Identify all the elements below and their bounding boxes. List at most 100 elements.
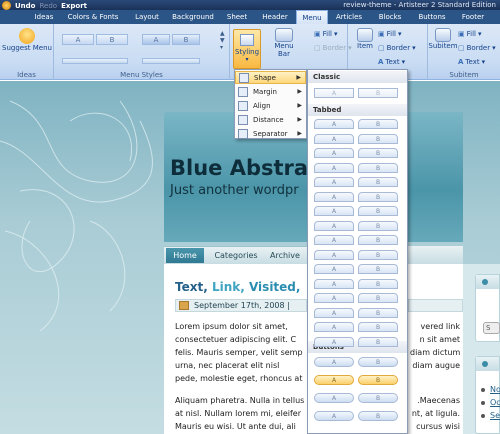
shape-option-button-a[interactable]: A xyxy=(314,357,354,367)
shape-option-button-a[interactable]: A xyxy=(314,411,354,421)
shape-option-tabbed-a[interactable]: A xyxy=(314,191,354,202)
redo-button[interactable]: Redo xyxy=(40,2,58,10)
menu-style-1b[interactable]: B xyxy=(96,34,128,45)
tab-articles[interactable]: Articles xyxy=(328,10,370,24)
shape-option-tabbed-b[interactable]: B xyxy=(358,162,398,173)
shape-option-tabbed-b[interactable]: B xyxy=(358,336,398,347)
undo-button[interactable]: Undo xyxy=(15,2,36,10)
item-button[interactable]: Item xyxy=(352,28,378,50)
tab-buttons[interactable]: Buttons xyxy=(410,10,454,24)
shape-option-tabbed-b[interactable]: B xyxy=(358,322,398,332)
nav-categories[interactable]: Categories xyxy=(208,248,264,263)
shape-option-tabbed-b[interactable]: B xyxy=(358,220,398,231)
subitem-border-button[interactable]: ▢ Border ▾ xyxy=(458,44,496,52)
search-button[interactable]: S xyxy=(483,322,500,334)
text-icon: A xyxy=(378,58,384,66)
styling-button[interactable]: Styling ▾ xyxy=(233,29,261,69)
menu-item-distance[interactable]: Distance ▶ xyxy=(235,113,306,126)
shape-option-button-b[interactable]: B xyxy=(358,411,398,421)
shape-option-tabbed-a[interactable]: A xyxy=(314,148,354,158)
shape-option-tabbed-a[interactable]: A xyxy=(314,307,354,318)
shape-option-tabbed-a[interactable]: A xyxy=(314,278,354,289)
post-title-text: Text, xyxy=(175,280,212,294)
shape-option-tabbed-b[interactable]: B xyxy=(358,307,398,318)
menu-style-4[interactable] xyxy=(142,58,200,64)
item-text-button[interactable]: A Text ▾ xyxy=(378,58,405,66)
shape-option-tabbed-b[interactable]: B xyxy=(358,177,398,187)
menu-bar-fill-button[interactable]: ▣ Fill ▾ xyxy=(314,30,338,38)
title-bar: Undo Redo Export review-theme - Artistee… xyxy=(0,0,500,10)
shape-option-classic-b[interactable]: B xyxy=(358,88,398,98)
export-button[interactable]: Export xyxy=(61,2,87,10)
shape-option-button-a[interactable]: A xyxy=(314,393,354,403)
shape-option-tabbed-b[interactable]: B xyxy=(358,293,398,303)
subitem-text-button[interactable]: A Text ▾ xyxy=(458,58,485,66)
shape-option-tabbed-a[interactable]: A xyxy=(314,177,354,187)
menu-style-1a[interactable]: A xyxy=(62,34,94,45)
shape-option-tabbed-a[interactable]: A xyxy=(314,133,354,144)
shape-option-button-b[interactable]: B xyxy=(358,393,398,403)
menu-styles-group-label: Menu Styles xyxy=(120,71,163,79)
shape-option-tabbed-a[interactable]: A xyxy=(314,162,354,173)
shape-option-tabbed-b[interactable]: B xyxy=(358,148,398,158)
shape-option-tabbed-a[interactable]: A xyxy=(314,322,354,332)
nav-archive[interactable]: Archive xyxy=(270,248,306,263)
menu-style-3[interactable] xyxy=(62,58,128,64)
tab-layout[interactable]: Layout xyxy=(128,10,166,24)
subitem-border-label: Border xyxy=(466,44,491,52)
shape-option-tabbed-b[interactable]: B xyxy=(358,119,398,129)
sidebar-link[interactable]: No xyxy=(490,383,500,396)
subitem-fill-button[interactable]: ▣ Fill ▾ xyxy=(458,30,482,38)
shape-option-tabbed-b[interactable]: B xyxy=(358,206,398,216)
post-title-visited[interactable]: Visited, xyxy=(249,280,300,294)
shape-option-tabbed-a[interactable]: A xyxy=(314,293,354,303)
shape-option-tabbed-b[interactable]: B xyxy=(358,133,398,144)
shape-option-tabbed-a[interactable]: A xyxy=(314,206,354,216)
shape-option-classic-a[interactable]: A xyxy=(314,88,354,98)
preview-navbar-right xyxy=(408,246,463,264)
tab-footer[interactable]: Footer xyxy=(454,10,492,24)
tab-sheet[interactable]: Sheet xyxy=(220,10,254,24)
menu-item-label: Margin xyxy=(253,87,277,96)
app-menu-icon[interactable] xyxy=(2,1,11,10)
shape-option-tabbed-b[interactable]: B xyxy=(358,264,398,274)
shape-option-tabbed-b[interactable]: B xyxy=(358,191,398,202)
tab-menu[interactable]: Menu xyxy=(296,10,328,24)
subitem-button[interactable]: Subitem xyxy=(428,28,458,50)
gallery-scroll-icon[interactable]: ▲ ▼ ▾ xyxy=(220,30,225,51)
shape-option-tabbed-a[interactable]: A xyxy=(314,235,354,245)
menu-item-shape[interactable]: Shape ▶ xyxy=(235,71,306,84)
shape-option-tabbed-a[interactable]: A xyxy=(314,220,354,231)
paragraph-line: consectetuer adipiscing elit. C xyxy=(175,335,297,344)
shape-option-button-b[interactable]: B xyxy=(358,375,398,385)
shape-option-tabbed-a[interactable]: A xyxy=(314,336,354,347)
tab-ideas[interactable]: Ideas xyxy=(30,10,58,24)
shape-option-button-a[interactable]: A xyxy=(314,375,354,385)
menu-item-margin[interactable]: Margin ▶ xyxy=(235,85,306,98)
menu-item-align[interactable]: Align ▶ xyxy=(235,99,306,112)
tab-blocks[interactable]: Blocks xyxy=(370,10,410,24)
shape-option-button-b[interactable]: B xyxy=(358,357,398,367)
suggest-menu-button[interactable]: Suggest Menu xyxy=(2,28,52,52)
sidebar-link[interactable]: Oc xyxy=(490,396,500,409)
shape-option-tabbed-b[interactable]: B xyxy=(358,235,398,245)
nav-home[interactable]: Home xyxy=(166,248,204,263)
menu-item-separator[interactable]: Separator ▶ xyxy=(235,127,306,140)
shape-option-tabbed-a[interactable]: A xyxy=(314,264,354,274)
item-border-button[interactable]: ▢ Border ▾ xyxy=(378,44,416,52)
shape-option-tabbed-a[interactable]: A xyxy=(314,119,354,129)
menu-style-2b[interactable]: B xyxy=(172,34,200,45)
shape-option-tabbed-b[interactable]: B xyxy=(358,278,398,289)
shape-option-tabbed-b[interactable]: B xyxy=(358,249,398,260)
item-fill-button[interactable]: ▣ Fill ▾ xyxy=(378,30,402,38)
sidebar-link[interactable]: Se xyxy=(490,409,500,422)
tab-colors-fonts[interactable]: Colors & Fonts xyxy=(58,10,128,24)
tab-header[interactable]: Header xyxy=(254,10,296,24)
tab-background[interactable]: Background xyxy=(166,10,220,24)
menu-bar-border-button[interactable]: ▢ Border ▾ xyxy=(314,44,352,52)
menu-bar-button[interactable]: Menu Bar xyxy=(268,28,300,58)
menu-style-2a[interactable]: A xyxy=(142,34,170,45)
shape-gallery-panel: Classic Tabbed Buttons ABABABABABABABABA… xyxy=(307,69,408,434)
shape-option-tabbed-a[interactable]: A xyxy=(314,249,354,260)
post-title-link[interactable]: Link, xyxy=(212,280,249,294)
